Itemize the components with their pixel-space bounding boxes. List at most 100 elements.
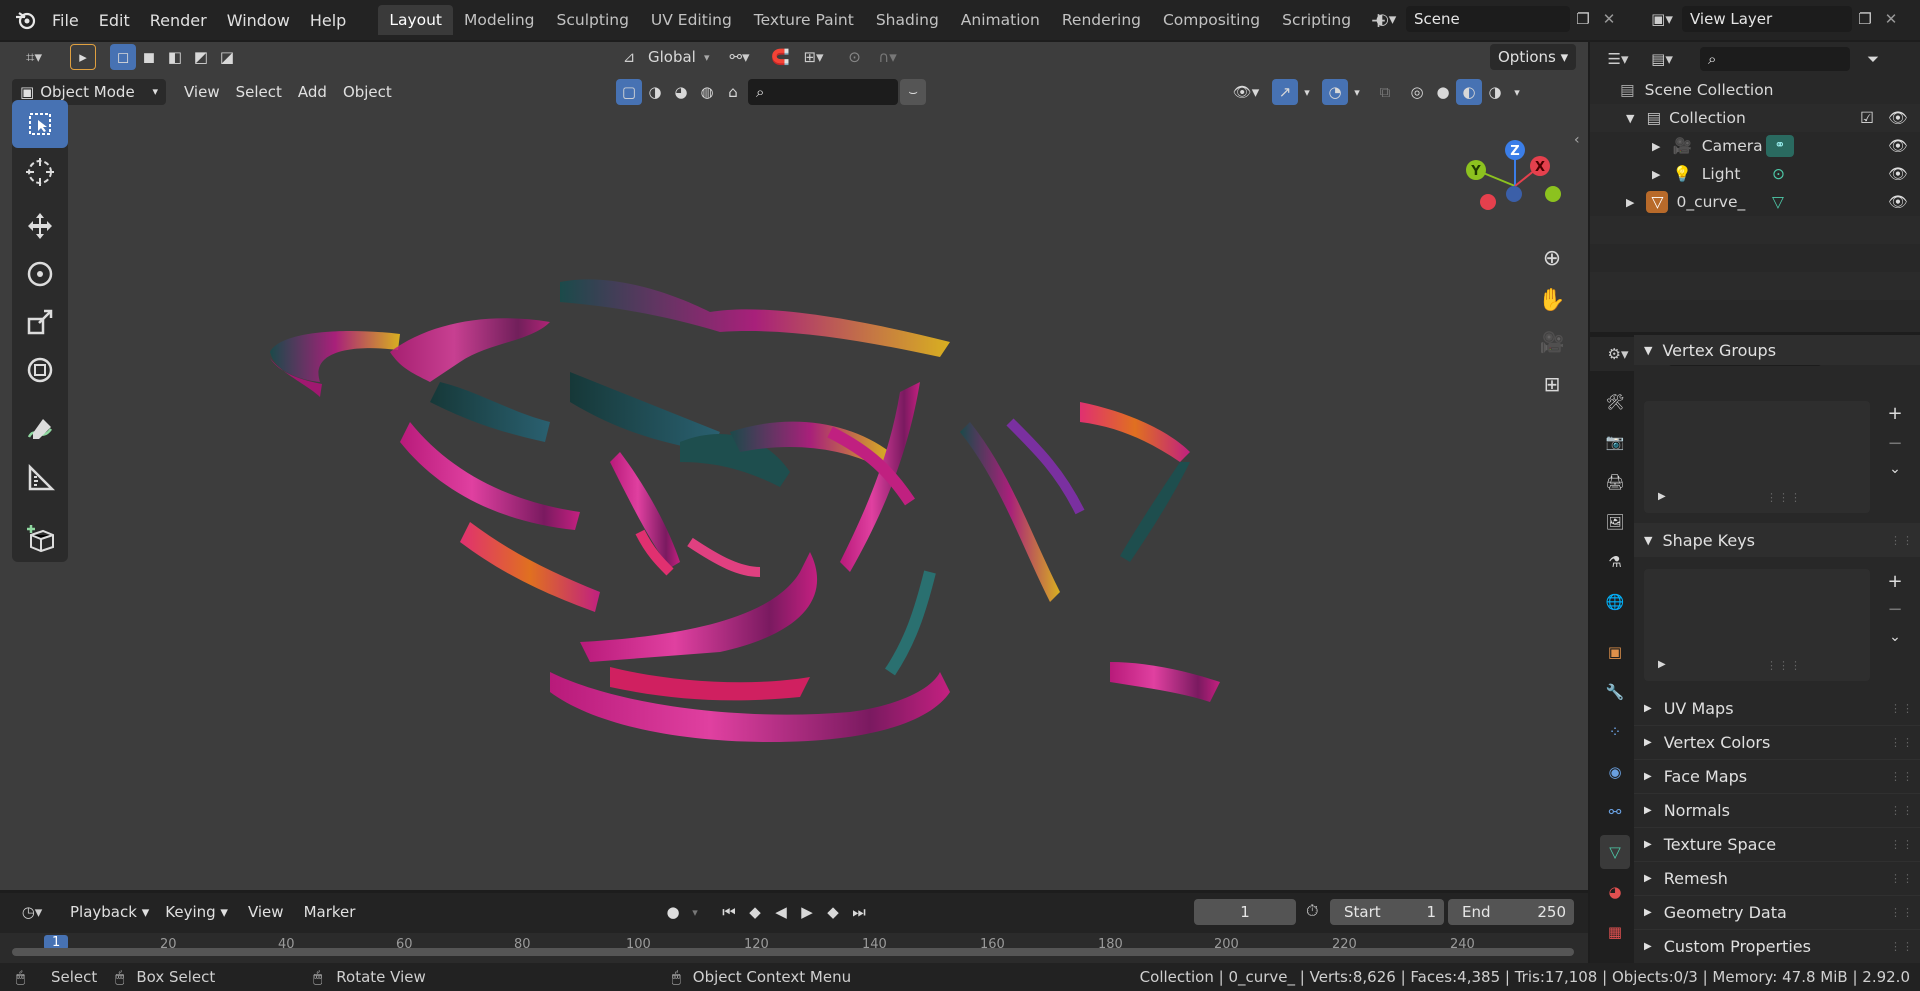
filter-material-icon[interactable]: ◑ <box>642 79 668 105</box>
menu-select[interactable]: Select <box>228 79 290 105</box>
tab-modeling[interactable]: Modeling <box>453 5 546 35</box>
drag-handle-icon[interactable]: ⋮⋮ <box>1890 838 1914 851</box>
mode-subtract-icon[interactable]: ◧ <box>162 44 188 70</box>
prev-keyframe-icon[interactable]: ◆ <box>742 899 768 925</box>
blender-logo-icon[interactable] <box>8 7 42 33</box>
perspective-grid-icon[interactable]: ⊞ <box>1532 364 1572 404</box>
filter-mesh-icon[interactable]: ▢ <box>616 79 642 105</box>
mode-extend-icon[interactable]: ◼ <box>136 44 162 70</box>
tab-sculpting[interactable]: Sculpting <box>546 5 640 35</box>
navigation-gizmo[interactable]: Y Z X <box>1450 136 1570 226</box>
tab-layout[interactable]: Layout <box>378 5 454 35</box>
menu-object[interactable]: Object <box>335 79 400 105</box>
outliner-row-collection[interactable]: ▼ ▤ Collection ☑ 👁 <box>1590 104 1920 132</box>
timeline-editor-type-icon[interactable]: ◷▾ <box>10 899 54 925</box>
tab-rendering[interactable]: Rendering <box>1051 5 1152 35</box>
overlay-toggle-icon[interactable]: ◔ <box>1322 79 1348 105</box>
shading-rendered-icon[interactable]: ◑ <box>1482 79 1508 105</box>
remove-shape-key-button[interactable]: − <box>1880 599 1910 620</box>
resize-handle-icon[interactable]: ⋮⋮⋮ <box>1766 659 1802 672</box>
gizmo-dropdown-icon[interactable]: ▾ <box>1298 79 1316 105</box>
select-tool-icon[interactable]: ▸ <box>70 44 96 70</box>
pivot-point-icon[interactable]: ⚯▾ <box>720 44 760 70</box>
expand-arrow-icon[interactable]: ▶ <box>1652 140 1660 153</box>
physics-tab-icon[interactable]: ◉ <box>1600 755 1630 789</box>
transform-tool-icon[interactable] <box>12 346 68 394</box>
cursor-tool-icon[interactable] <box>12 148 68 196</box>
view-layer-icon[interactable]: ▣▾ <box>1642 6 1682 32</box>
jump-start-icon[interactable]: ⏮ <box>716 899 742 925</box>
jump-end-icon[interactable]: ⏭ <box>846 899 872 925</box>
panel-vertex-colors[interactable]: ▶ Vertex Colors ⋮⋮ <box>1634 726 1920 760</box>
menu-edit[interactable]: Edit <box>89 11 140 30</box>
stopwatch-icon[interactable]: ⏱ <box>1306 901 1318 921</box>
play-reverse-icon[interactable]: ◀ <box>768 899 794 925</box>
mode-invert-icon[interactable]: ◩ <box>188 44 214 70</box>
drag-handle-icon[interactable]: ⋮⋮ <box>1890 534 1914 547</box>
snap-toggle-icon[interactable]: 🧲 <box>768 44 794 70</box>
copy-view-layer-icon[interactable]: ❐ <box>1852 6 1878 32</box>
next-keyframe-icon[interactable]: ◆ <box>820 899 846 925</box>
remove-vertex-group-button[interactable]: − <box>1880 433 1910 454</box>
world-tab-icon[interactable]: 🌐 <box>1600 585 1630 619</box>
outliner-row-scene-collection[interactable]: ▤ Scene Collection <box>1590 76 1920 104</box>
mode-new-icon[interactable]: ◻ <box>110 44 136 70</box>
properties-editor-icon[interactable]: ⚙▾ <box>1598 341 1638 367</box>
mode-intersect-icon[interactable]: ◪ <box>214 44 240 70</box>
keying-set-icon[interactable]: ▾ <box>686 899 704 925</box>
end-frame-field[interactable]: End 250 <box>1448 899 1574 925</box>
menu-window[interactable]: Window <box>217 11 300 30</box>
overlay-dropdown-icon[interactable]: ▾ <box>1348 79 1366 105</box>
panel-uv-maps[interactable]: ▶ UV Maps ⋮⋮ <box>1634 692 1920 726</box>
scene-tab-icon[interactable]: ⚗ <box>1600 545 1630 579</box>
vertex-groups-list[interactable]: ▶ ⋮⋮⋮ <box>1644 401 1870 513</box>
proportional-edit-icon[interactable]: ⊙ <box>842 44 868 70</box>
panel-vertex-groups[interactable]: ▼ Vertex Groups <box>1634 335 1920 365</box>
timeline-scrollbar[interactable] <box>12 948 1574 956</box>
tab-shading[interactable]: Shading <box>865 5 950 35</box>
add-vertex-group-button[interactable]: + <box>1880 403 1910 424</box>
eye-icon[interactable]: 👁 <box>1888 165 1908 183</box>
texture-tab-icon[interactable]: ▦ <box>1600 915 1630 949</box>
rotate-tool-icon[interactable] <box>12 250 68 298</box>
menu-playback[interactable]: Playback ▾ <box>62 899 157 925</box>
shading-solid-icon[interactable]: ● <box>1430 79 1456 105</box>
copy-scene-icon[interactable]: ❐ <box>1570 6 1596 32</box>
menu-render[interactable]: Render <box>140 11 217 30</box>
material-tab-icon[interactable]: ◕ <box>1600 875 1630 909</box>
menu-add[interactable]: Add <box>290 79 335 105</box>
shape-keys-list[interactable]: ▶ ⋮⋮⋮ <box>1644 569 1870 681</box>
expand-arrow-icon[interactable]: ▼ <box>1626 112 1634 125</box>
drag-handle-icon[interactable]: ⋮⋮ <box>1890 702 1914 715</box>
snap-target-icon[interactable]: ⊞▾ <box>794 44 834 70</box>
transform-orientation-dropdown[interactable]: Global <box>642 48 704 66</box>
tab-compositing[interactable]: Compositing <box>1152 5 1271 35</box>
shape-key-menu-icon[interactable]: ⌄ <box>1880 629 1910 645</box>
add-cube-tool-icon[interactable] <box>12 514 68 562</box>
move-tool-icon[interactable] <box>12 202 68 250</box>
start-frame-field[interactable]: Start 1 <box>1330 899 1444 925</box>
output-tab-icon[interactable]: 🖨 <box>1600 465 1630 499</box>
3d-viewport[interactable]: ⌗▾ ▸ ◻ ◼ ◧ ◩ ◪ ⊿ Global ▾ ⚯▾ 🧲 ⊞▾ ⊙ ∩▾ O… <box>0 42 1588 890</box>
options-dropdown[interactable]: Options ▾ <box>1490 44 1577 70</box>
outliner-search-input[interactable]: ⌕ <box>1700 47 1850 71</box>
filter-scene-icon[interactable]: ⌂ <box>720 79 746 105</box>
shading-wireframe-icon[interactable]: ◎ <box>1404 79 1430 105</box>
menu-marker[interactable]: Marker <box>296 899 364 925</box>
menu-file[interactable]: File <box>42 11 89 30</box>
shading-dropdown-icon[interactable]: ▾ <box>1508 79 1526 105</box>
tab-scripting[interactable]: Scripting <box>1271 5 1362 35</box>
panel-custom-properties[interactable]: ▶ Custom Properties ⋮⋮ <box>1634 930 1920 964</box>
menu-help[interactable]: Help <box>300 11 356 30</box>
visibility-dropdown-icon[interactable]: 👁▾ <box>1224 79 1268 105</box>
gizmo-toggle-icon[interactable]: ↗ <box>1272 79 1298 105</box>
measure-tool-icon[interactable] <box>12 454 68 502</box>
data-tab-icon[interactable]: ▽ <box>1600 835 1630 869</box>
expand-arrow-icon[interactable]: ▶ <box>1658 659 1666 670</box>
filter-icon[interactable]: ⏷ <box>1860 46 1886 72</box>
expand-arrow-icon[interactable]: ▶ <box>1658 491 1666 502</box>
checkbox-icon[interactable]: ☑ <box>1860 109 1874 127</box>
modifier-tab-icon[interactable]: 🔧 <box>1600 675 1630 709</box>
close-scene-icon[interactable]: ✕ <box>1596 6 1622 32</box>
outliner-row-camera[interactable]: ▶ 🎥 Camera ⚭ 👁 <box>1590 132 1920 160</box>
